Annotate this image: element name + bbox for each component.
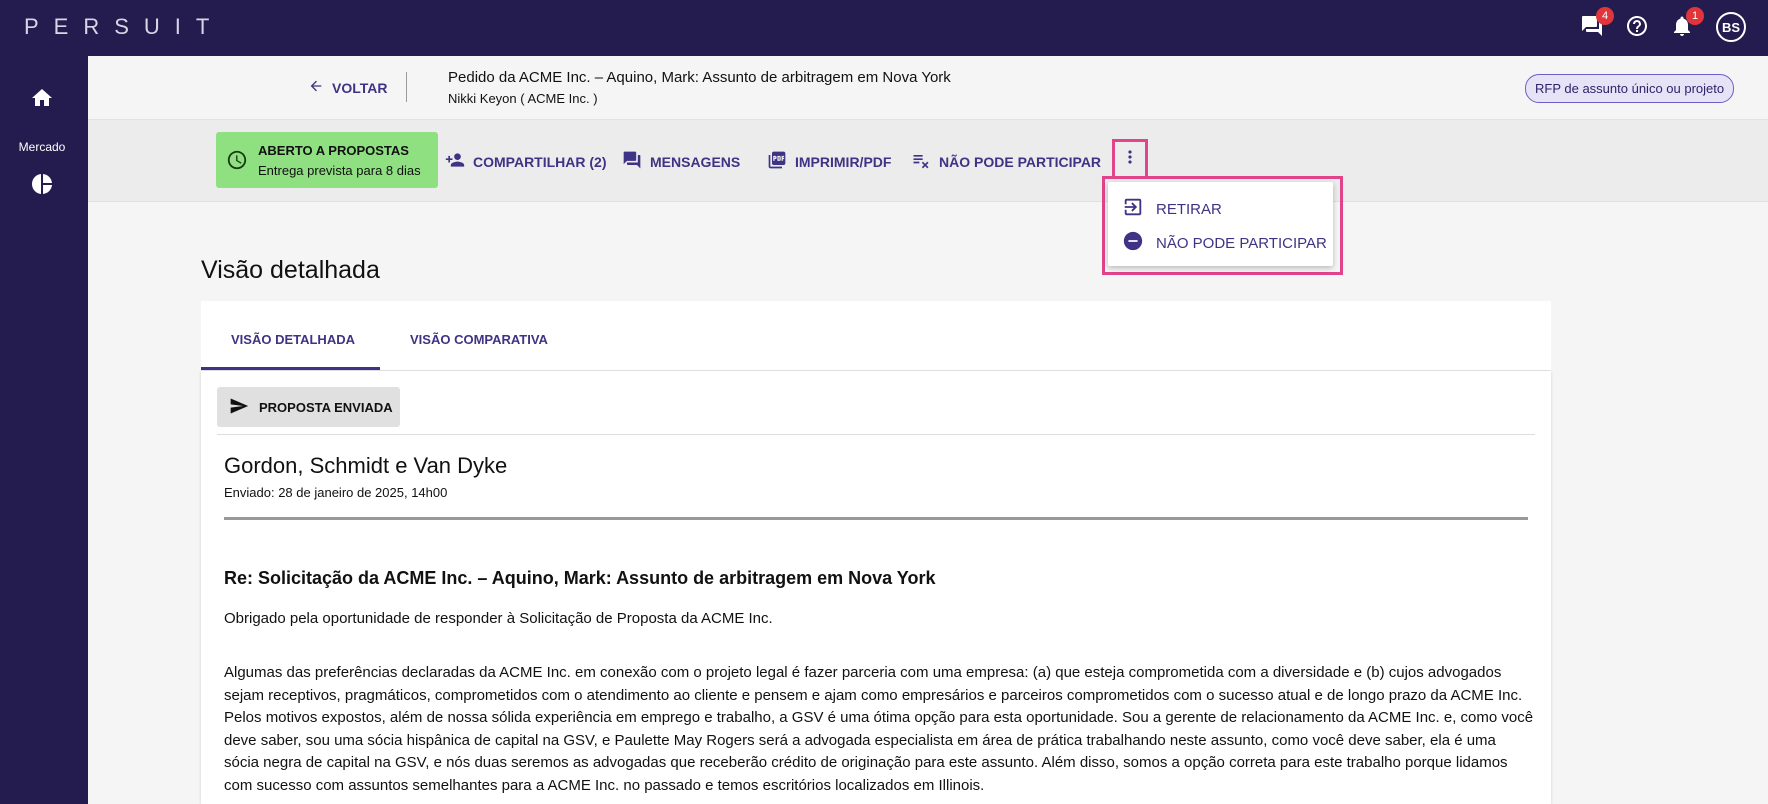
back-button[interactable]: VOLTAR	[308, 78, 387, 97]
messages-action-button[interactable]: MENSAGENS	[622, 150, 740, 173]
proposal-status-label: PROPOSTA ENVIADA	[259, 399, 393, 415]
decline-icon	[911, 150, 931, 173]
request-title: Pedido da ACME Inc. – Aquino, Mark: Assu…	[448, 69, 951, 86]
view-tabs: VISÃO DETALHADA VISÃO COMPARATIVA	[201, 301, 1551, 371]
print-pdf-button[interactable]: IMPRIMIR/PDF	[767, 150, 891, 173]
sent-date: Enviado: 28 de janeiro de 2025, 14h00	[224, 485, 448, 500]
action-toolbar: ABERTO A PROPOSTAS Entrega prevista para…	[88, 120, 1768, 202]
menu-item-decline-label: NÃO PODE PARTICIPAR	[1156, 234, 1327, 252]
proposal-intro: Obrigado pela oportunidade de responder …	[224, 610, 773, 627]
back-label: VOLTAR	[332, 79, 388, 96]
status-badge: ABERTO A PROPOSTAS Entrega prevista para…	[216, 132, 438, 188]
proposal-body-paragraph: Algumas das preferências declaradas da A…	[224, 664, 1534, 794]
sidebar-item-home[interactable]	[30, 86, 54, 110]
more-options-menu: RETIRAR NÃO PODE PARTICIPAR	[1108, 182, 1333, 266]
user-avatar[interactable]: BS	[1716, 12, 1746, 42]
request-subtitle: Nikki Keyon ( ACME Inc. )	[448, 91, 598, 106]
withdraw-icon	[1122, 196, 1144, 222]
proposal-status-chip: PROPOSTA ENVIADA	[217, 387, 400, 427]
decline-label: NÃO PODE PARTICIPAR	[939, 153, 1102, 170]
decline-button[interactable]: NÃO PODE PARTICIPAR	[911, 150, 1101, 173]
persuit-logo[interactable]: PERSUIT	[24, 14, 224, 40]
request-header: VOLTAR Pedido da ACME Inc. – Aquino, Mar…	[88, 56, 1768, 120]
notifications-button[interactable]: 1	[1668, 7, 1704, 42]
firm-name: Gordon, Schmidt e Van Dyke	[224, 453, 508, 478]
header-divider	[406, 72, 407, 102]
more-options-button[interactable]	[1112, 139, 1148, 179]
tab-comparative-view[interactable]: VISÃO COMPARATIVA	[410, 332, 548, 347]
notifications-badge: 1	[1686, 7, 1704, 25]
rfp-type-chip: RFP de assunto único ou projeto	[1525, 74, 1735, 103]
home-icon	[30, 89, 54, 114]
active-tab-indicator	[201, 367, 380, 370]
send-icon	[229, 396, 249, 419]
help-button[interactable]	[1623, 14, 1651, 42]
page-title: Visão detalhada	[201, 256, 380, 284]
top-bar: PERSUIT 4 1 BS	[0, 0, 1768, 56]
menu-item-withdraw-label: RETIRAR	[1156, 200, 1222, 218]
tab-detailed-view[interactable]: VISÃO DETALHADA	[231, 332, 355, 347]
messages-button[interactable]: 4	[1578, 7, 1614, 42]
proposal-subject: Re: Solicitação da ACME Inc. – Aquino, M…	[224, 568, 936, 588]
messages-icon	[622, 150, 642, 173]
messages-label: MENSAGENS	[650, 153, 741, 170]
messages-badge: 4	[1596, 7, 1614, 25]
status-subtitle: Entrega prevista para 8 dias	[258, 163, 421, 178]
help-icon	[1625, 14, 1649, 43]
menu-item-decline[interactable]: NÃO PODE PARTICIPAR	[1122, 230, 1327, 256]
market-icon	[30, 174, 54, 200]
status-title: ABERTO A PROPOSTAS	[258, 143, 409, 158]
share-icon	[445, 150, 465, 173]
print-label: IMPRIMIR/PDF	[795, 153, 892, 170]
sidebar-item-market-label[interactable]: Mercado	[0, 140, 84, 154]
share-label: COMPARTILHAR (2)	[473, 153, 607, 170]
minus-circle-icon	[1122, 230, 1144, 256]
sidebar-item-market[interactable]	[30, 172, 54, 196]
sidebar: Mercado	[0, 56, 88, 804]
divider	[217, 434, 1535, 435]
menu-item-withdraw[interactable]: RETIRAR	[1122, 196, 1222, 222]
share-button[interactable]: COMPARTILHAR (2)	[445, 150, 607, 173]
print-icon	[767, 150, 787, 173]
arrow-left-icon	[308, 78, 324, 97]
divider-thick	[224, 517, 1528, 520]
proposal-card: PROPOSTA ENVIADA Gordon, Schmidt e Van D…	[201, 371, 1551, 804]
more-vert-icon	[1120, 147, 1140, 172]
